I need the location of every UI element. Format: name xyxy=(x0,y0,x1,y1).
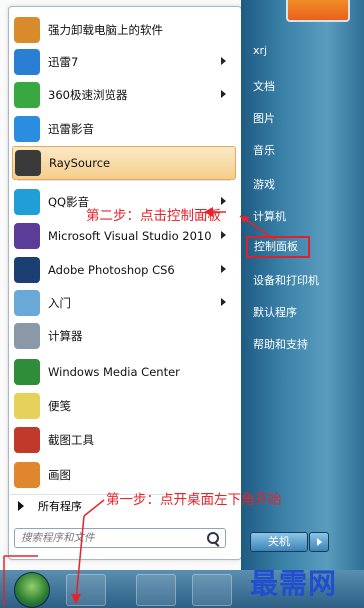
step2-pointer-head xyxy=(204,207,213,217)
step1-arrow-head xyxy=(71,594,81,604)
step1-arrow-line xyxy=(83,499,105,517)
annotation-arrows xyxy=(3,207,277,606)
step1-arrow-down xyxy=(75,515,85,601)
